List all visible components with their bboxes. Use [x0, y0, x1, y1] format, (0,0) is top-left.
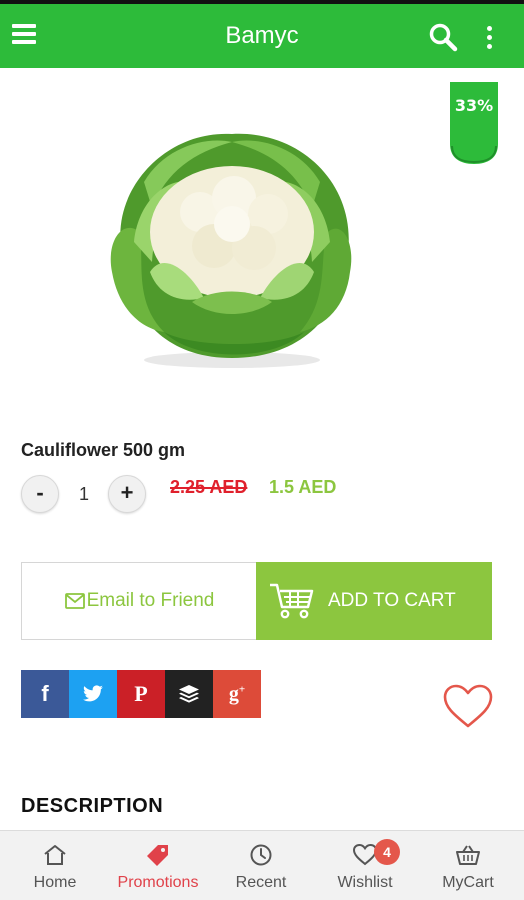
nav-label-wishlist: Wishlist: [337, 874, 393, 891]
description-heading: DESCRIPTION: [21, 795, 164, 817]
quantity-value: 1: [78, 484, 89, 504]
nav-item-home[interactable]: Home: [14, 831, 96, 900]
original-price: 2.25 AED: [170, 477, 248, 497]
clock-icon: [250, 844, 272, 866]
nav-label-home: Home: [33, 874, 77, 891]
google-plus-icon: g+: [228, 682, 246, 705]
google-plus-share-button[interactable]: g+: [213, 670, 261, 718]
nav-item-recent[interactable]: Recent: [222, 831, 300, 900]
add-to-cart-button[interactable]: ADD TO CART: [256, 562, 492, 640]
pinterest-share-button[interactable]: P: [117, 670, 165, 718]
envelope-icon: [64, 593, 85, 609]
buffer-icon: [179, 685, 199, 703]
heart-icon[interactable]: [442, 684, 494, 730]
sale-price: 1.5 AED: [269, 477, 337, 497]
twitter-share-button[interactable]: [69, 670, 117, 718]
quantity-decrease-button[interactable]: -: [21, 475, 59, 513]
more-options-icon[interactable]: [480, 24, 500, 52]
nav-item-promotions[interactable]: Promotions: [108, 831, 208, 900]
quantity-increase-button[interactable]: +: [108, 475, 146, 513]
wishlist-count-badge: 4: [374, 839, 400, 865]
bottom-navigation: Home Promotions Recent 4 Wishlist MyCart: [0, 830, 524, 900]
email-to-friend-button[interactable]: Email to Friend: [21, 562, 257, 640]
add-to-cart-label: ADD TO CART: [328, 590, 456, 611]
app-bar: Вamyc: [0, 4, 524, 68]
facebook-share-button[interactable]: f: [21, 670, 69, 718]
facebook-icon: f: [41, 681, 49, 706]
twitter-icon: [83, 685, 103, 702]
product-image[interactable]: [104, 122, 360, 372]
discount-text: 33%: [454, 96, 494, 115]
nav-item-wishlist[interactable]: 4 Wishlist: [326, 831, 404, 900]
basket-icon: [456, 845, 480, 865]
nav-item-mycart[interactable]: MyCart: [428, 831, 508, 900]
cart-icon: [270, 583, 314, 619]
nav-label-mycart: MyCart: [442, 874, 494, 891]
search-icon[interactable]: [428, 22, 460, 52]
discount-badge: 33%: [448, 82, 500, 164]
email-button-label: Email to Friend: [86, 590, 215, 611]
menu-icon[interactable]: [12, 22, 38, 48]
nav-label-promotions: Promotions: [117, 874, 199, 891]
buffer-share-button[interactable]: [165, 670, 213, 718]
nav-label-recent: Recent: [235, 874, 287, 891]
tag-icon: [147, 845, 168, 866]
home-icon: [44, 845, 66, 865]
product-name: Cauliflower 500 gm: [21, 440, 186, 460]
pinterest-icon: P: [134, 681, 148, 706]
